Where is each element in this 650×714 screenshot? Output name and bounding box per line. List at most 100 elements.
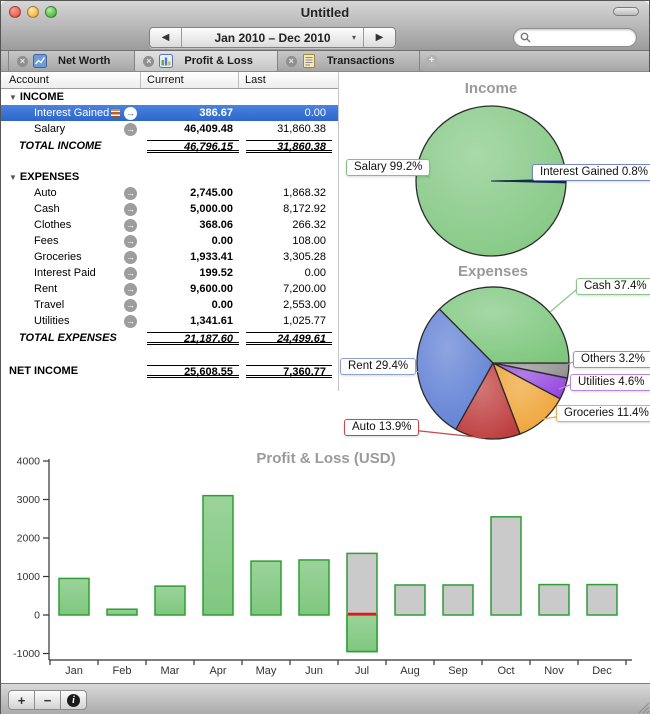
pie-label-cash: Cash 37.4% xyxy=(576,278,650,295)
pie-label-salary: Salary 99.2% xyxy=(346,159,430,176)
profit-loss-bar-chart: 40003000200010000-1000JanFebMarAprMayJun… xyxy=(1,445,650,683)
bar-aug[interactable] xyxy=(395,585,425,615)
bar-nov[interactable] xyxy=(539,585,569,615)
table-row-utilities[interactable]: Utilities→1,341.611,025.77 xyxy=(1,313,338,329)
info-button[interactable]: i xyxy=(60,690,87,710)
main-content: AccountCurrentLast▼INCOMEInterest Gained… xyxy=(1,72,650,683)
app-window: Untitled ◀ Jan 2010 – Dec 2010 ▾ ▶ × xyxy=(0,0,650,714)
month-label-mar: Mar xyxy=(161,665,180,677)
pie-label-others: Others 3.2% xyxy=(573,351,650,368)
tab-label: Profit & Loss xyxy=(178,55,266,67)
bar-apr[interactable] xyxy=(203,496,233,615)
period-dropdown[interactable]: Jan 2010 – Dec 2010 ▾ xyxy=(181,28,364,47)
disclosure-triangle-icon[interactable]: ▼ xyxy=(9,93,17,102)
row-detail-arrow-button[interactable]: → xyxy=(124,219,137,232)
transactions-ledger-icon xyxy=(302,54,316,68)
table-row-cash[interactable]: Cash→5,000.008,172.92 xyxy=(1,201,338,217)
bottom-bar: + − i xyxy=(1,683,650,714)
account-table: AccountCurrentLast▼INCOMEInterest Gained… xyxy=(1,72,338,380)
remove-account-button[interactable]: − xyxy=(34,690,61,710)
month-label-apr: Apr xyxy=(209,665,226,677)
net-worth-chart-icon xyxy=(33,54,47,68)
bar-dec[interactable] xyxy=(587,585,617,615)
pie-label-auto: Auto 13.9% xyxy=(344,419,419,436)
bar-mar[interactable] xyxy=(155,586,185,615)
table-header: AccountCurrentLast xyxy=(1,72,338,89)
month-label-feb: Feb xyxy=(113,665,132,677)
net-income-row: NET INCOME25,608.557,360.77 xyxy=(1,362,338,380)
bar-sep[interactable] xyxy=(443,585,473,615)
table-row-clothes[interactable]: Clothes→368.06266.32 xyxy=(1,217,338,233)
row-detail-arrow-button[interactable]: → xyxy=(124,235,137,248)
add-tab-button[interactable]: + xyxy=(426,55,438,67)
y-axis-tick-label: 1000 xyxy=(17,571,41,583)
table-row-fees[interactable]: Fees→0.00108.00 xyxy=(1,233,338,249)
column-header-current: Current xyxy=(141,72,239,88)
toolbar-toggle-lozenge[interactable] xyxy=(613,7,639,16)
column-header-account: Account xyxy=(1,72,141,88)
bar-jul-negative xyxy=(347,615,377,652)
y-axis-tick-label: -1000 xyxy=(13,648,40,660)
resize-grip[interactable] xyxy=(636,700,649,713)
bar-oct[interactable] xyxy=(491,517,521,615)
table-row-interest-paid[interactable]: Interest Paid→199.520.00 xyxy=(1,265,338,281)
pie-label-groceries: Groceries 11.4% xyxy=(556,405,650,422)
bar-feb[interactable] xyxy=(107,609,137,615)
table-row-groceries[interactable]: Groceries→1,933.413,305.28 xyxy=(1,249,338,265)
month-label-jun: Jun xyxy=(305,665,323,677)
bar-jan[interactable] xyxy=(59,578,89,615)
month-label-sep: Sep xyxy=(448,665,468,677)
search-input[interactable] xyxy=(535,32,625,44)
close-tab-icon[interactable]: × xyxy=(17,56,28,67)
row-detail-arrow-button[interactable]: → xyxy=(124,283,137,296)
period-label: Jan 2010 – Dec 2010 xyxy=(214,31,330,45)
table-row-salary[interactable]: Salary→46,409.4831,860.38 xyxy=(1,121,338,137)
month-label-may: May xyxy=(256,665,277,677)
tab-profit-loss[interactable]: × Profit & Loss xyxy=(135,51,277,71)
table-row-travel[interactable]: Travel→0.002,553.00 xyxy=(1,297,338,313)
table-row-interest-gained[interactable]: Interest Gained→386.670.00 xyxy=(1,105,338,121)
pie-label-utilities: Utilities 4.6% xyxy=(570,374,650,391)
pie-label-interest-gained: Interest Gained 0.8% xyxy=(532,164,650,181)
month-label-aug: Aug xyxy=(400,665,420,677)
row-detail-arrow-button[interactable]: → xyxy=(124,187,137,200)
month-label-jul: Jul xyxy=(355,665,369,677)
section-row-expenses[interactable]: ▼EXPENSES xyxy=(1,169,338,185)
pie-label-rent: Rent 29.4% xyxy=(340,358,416,375)
section-row-income[interactable]: ▼INCOME xyxy=(1,89,338,105)
tab-net-worth[interactable]: × Net Worth xyxy=(8,51,135,71)
table-row-auto[interactable]: Auto→2,745.001,868.32 xyxy=(1,185,338,201)
disclosure-triangle-icon[interactable]: ▼ xyxy=(9,173,17,182)
month-label-jan: Jan xyxy=(65,665,83,677)
bar-jun[interactable] xyxy=(299,560,329,615)
y-axis-tick-label: 3000 xyxy=(17,494,41,506)
row-detail-arrow-button[interactable]: → xyxy=(124,123,137,136)
period-navigator: ◀ Jan 2010 – Dec 2010 ▾ ▶ xyxy=(149,27,396,48)
row-detail-arrow-button[interactable]: → xyxy=(124,267,137,280)
tab-label: Net Worth xyxy=(52,55,124,67)
search-icon xyxy=(520,32,531,43)
close-tab-icon[interactable]: × xyxy=(286,56,297,67)
month-label-oct: Oct xyxy=(497,665,514,677)
row-detail-arrow-button[interactable]: → xyxy=(124,315,137,328)
tab-bar: × Net Worth × Profit & Loss × xyxy=(1,51,649,72)
row-detail-arrow-button[interactable]: → xyxy=(124,203,137,216)
add-account-button[interactable]: + xyxy=(8,690,35,710)
y-axis-tick-label: 0 xyxy=(34,610,40,622)
window-chrome: Untitled ◀ Jan 2010 – Dec 2010 ▾ ▶ xyxy=(1,1,649,51)
bar-may[interactable] xyxy=(251,561,281,615)
close-tab-icon[interactable]: × xyxy=(143,56,154,67)
row-detail-arrow-button[interactable]: → xyxy=(124,107,137,120)
info-icon: i xyxy=(67,694,80,707)
tab-transactions[interactable]: × Transactions xyxy=(278,51,420,71)
previous-period-button[interactable]: ◀ xyxy=(150,28,181,47)
profit-loss-chart-icon xyxy=(159,54,173,68)
window-title: Untitled xyxy=(1,5,649,20)
next-period-button[interactable]: ▶ xyxy=(364,28,395,47)
row-detail-arrow-button[interactable]: → xyxy=(124,299,137,312)
table-row-rent[interactable]: Rent→9,600.007,200.00 xyxy=(1,281,338,297)
search-field[interactable] xyxy=(513,28,637,47)
title-bar: Untitled xyxy=(1,1,649,23)
row-detail-arrow-button[interactable]: → xyxy=(124,251,137,264)
total-row-total-income: TOTAL INCOME46,796.1531,860.38 xyxy=(1,137,338,155)
